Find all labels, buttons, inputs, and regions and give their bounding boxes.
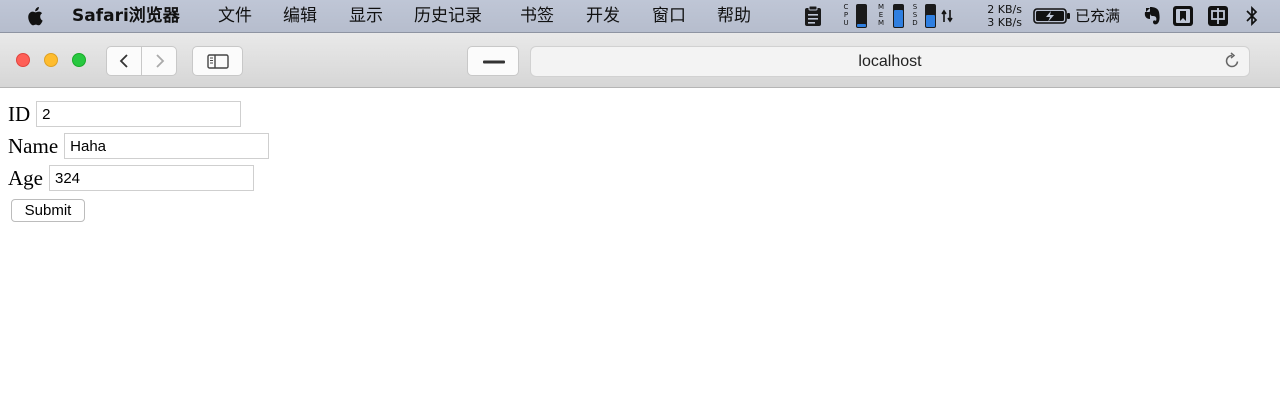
submit-button[interactable]: Submit xyxy=(11,199,85,222)
age-label: Age xyxy=(8,165,43,190)
address-bar[interactable]: localhost xyxy=(530,46,1250,77)
mem-label: MEM xyxy=(877,3,885,27)
network-speed[interactable]: 2 KB/s 3 KB/s xyxy=(980,3,1022,29)
bookmark-app-icon[interactable] xyxy=(1172,5,1194,27)
apple-logo-icon[interactable] xyxy=(26,5,46,27)
zoom-window-button[interactable] xyxy=(72,53,86,67)
address-text: localhost xyxy=(858,53,922,70)
battery-icon[interactable] xyxy=(1033,8,1071,24)
cpu-meter[interactable] xyxy=(856,4,867,28)
id-row: ID xyxy=(8,100,242,128)
name-input[interactable] xyxy=(64,133,270,159)
menu-develop[interactable]: 开发 xyxy=(586,6,620,26)
cpu-label: CPU xyxy=(843,3,849,27)
clipboard-icon[interactable] xyxy=(804,5,822,27)
bluetooth-icon[interactable] xyxy=(1245,6,1259,26)
menu-bar: Safari浏览器 文件 编辑 显示 历史记录 书签 开发 窗口 帮助 CPU … xyxy=(0,0,1280,33)
menu-edit[interactable]: 编辑 xyxy=(283,6,317,26)
back-button[interactable] xyxy=(106,46,142,76)
id-label: ID xyxy=(8,101,31,126)
age-row: Age xyxy=(8,164,254,192)
id-input[interactable] xyxy=(36,101,242,127)
menu-bookmarks[interactable]: 书签 xyxy=(520,6,554,26)
menu-app-name[interactable]: Safari浏览器 xyxy=(72,6,180,26)
tab-overview-button[interactable] xyxy=(467,46,519,76)
sidebar-toggle-button[interactable] xyxy=(192,46,243,76)
menu-window[interactable]: 窗口 xyxy=(652,6,686,26)
menu-view[interactable]: 显示 xyxy=(349,6,383,26)
age-input[interactable] xyxy=(49,165,254,191)
net-download: 3 KB/s xyxy=(987,16,1022,29)
menu-history[interactable]: 历史记录 xyxy=(414,6,482,26)
network-arrows-icon xyxy=(941,9,953,23)
chevron-right-icon xyxy=(156,54,165,68)
input-method-icon[interactable] xyxy=(1207,5,1229,27)
battery-status: 已充满 xyxy=(1075,7,1121,25)
forward-button[interactable] xyxy=(141,46,177,76)
close-window-button[interactable] xyxy=(16,53,30,67)
menu-file[interactable]: 文件 xyxy=(218,6,252,26)
reload-icon[interactable] xyxy=(1223,52,1241,70)
mem-meter[interactable] xyxy=(893,4,904,28)
chevron-left-icon xyxy=(119,54,128,68)
minus-icon xyxy=(483,60,505,64)
minimize-window-button[interactable] xyxy=(44,53,58,67)
evernote-icon[interactable] xyxy=(1141,5,1163,27)
ssd-meter[interactable] xyxy=(925,4,936,28)
menu-help[interactable]: 帮助 xyxy=(717,6,751,26)
ssd-label: SSD xyxy=(912,3,918,27)
sidebar-icon xyxy=(207,54,229,69)
net-upload: 2 KB/s xyxy=(987,3,1022,16)
name-row: Name xyxy=(8,132,270,160)
name-label: Name xyxy=(8,133,59,158)
